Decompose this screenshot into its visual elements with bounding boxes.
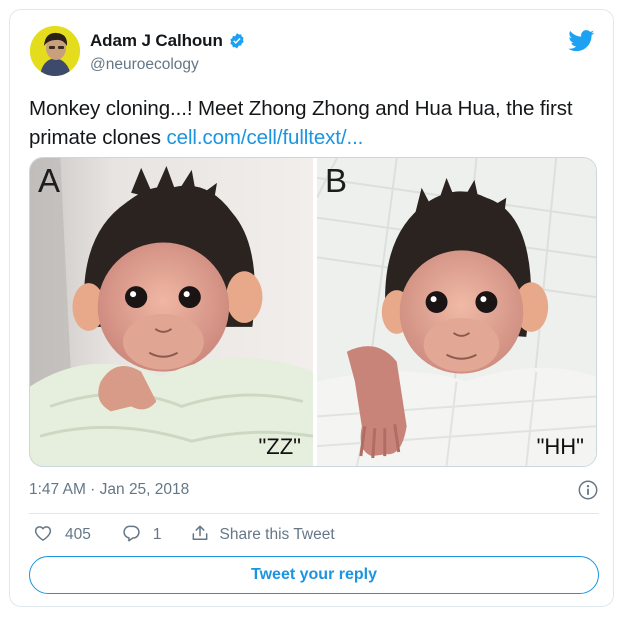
author-name[interactable]: Adam J Calhoun xyxy=(90,31,223,51)
verified-badge-icon xyxy=(228,32,246,50)
avatar[interactable] xyxy=(30,26,80,76)
panel-caption-a: "ZZ" xyxy=(258,434,302,459)
panel-caption-b: "HH" xyxy=(536,434,584,459)
likes-count: 405 xyxy=(65,526,91,543)
action-bar: 405 1 Share this Tweet xyxy=(29,522,335,548)
panel-letter-a: A xyxy=(38,162,61,199)
author-block: Adam J Calhoun @neuroecology xyxy=(90,31,246,74)
tweet-card: Adam J Calhoun @neuroecology Monkey clon… xyxy=(9,9,614,607)
reply-action-button[interactable]: 1 xyxy=(121,523,162,548)
twitter-bird-icon[interactable] xyxy=(568,30,595,52)
info-icon[interactable] xyxy=(577,479,599,501)
tweet-link[interactable]: cell.com/cell/fulltext/... xyxy=(167,126,364,149)
share-icon xyxy=(190,523,210,548)
media-attachment[interactable]: A "ZZ" B "HH" xyxy=(29,157,597,467)
timestamp-row: 1:47 AM · Jan 25, 2018 xyxy=(29,478,599,502)
media-panel-b[interactable]: B "HH" xyxy=(313,158,596,466)
tweet-timestamp[interactable]: 1:47 AM · Jan 25, 2018 xyxy=(29,481,189,498)
monkey-photo-b xyxy=(317,158,596,466)
share-button[interactable]: Share this Tweet xyxy=(190,523,335,548)
share-label: Share this Tweet xyxy=(219,526,335,543)
replies-count: 1 xyxy=(152,526,162,543)
author-handle[interactable]: @neuroecology xyxy=(90,56,246,74)
like-button[interactable]: 405 xyxy=(33,523,91,548)
panel-letter-b: B xyxy=(325,162,348,199)
tweet-text: Monkey cloning...! Meet Zhong Zhong and … xyxy=(29,94,599,152)
heart-icon xyxy=(33,523,53,548)
divider xyxy=(29,513,599,514)
monkey-photo-a xyxy=(30,158,313,466)
tweet-reply-button[interactable]: Tweet your reply xyxy=(29,556,599,594)
media-panel-a[interactable]: A "ZZ" xyxy=(30,158,313,466)
reply-bubble-icon xyxy=(121,523,141,548)
